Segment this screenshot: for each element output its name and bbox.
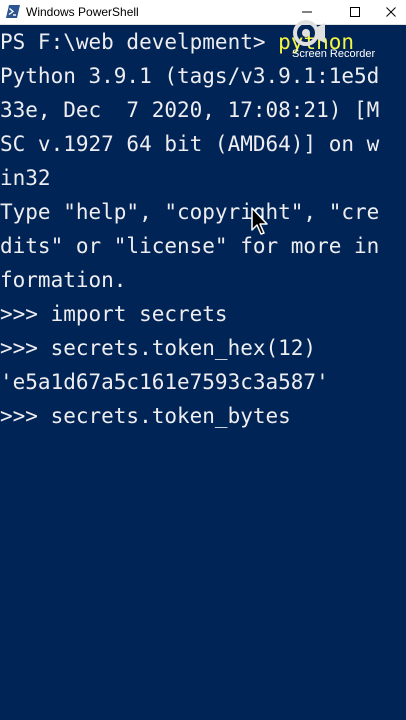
powershell-app-icon — [6, 5, 20, 18]
console-line: >>> secrets.token_hex(12) — [0, 336, 317, 360]
console-line: 33e, Dec 7 2020, 17:08:21) [M — [0, 98, 380, 122]
maximize-icon — [350, 7, 360, 17]
mouse-pointer-icon — [251, 207, 268, 235]
console-line: >>> import secrets — [0, 302, 228, 326]
console-line: Type "help", "copyright", "cre — [0, 200, 380, 224]
minimize-icon — [302, 11, 312, 13]
console-output[interactable]: PS F:\web develpment> python Python 3.9.… — [0, 26, 406, 720]
screen-recorder-watermark: Screen Recorder — [292, 18, 402, 68]
console-line: 'e5a1d67a5c161e7593c3a587' — [0, 370, 329, 394]
console-line: SC v.1927 64 bit (AMD64)] on w — [0, 132, 380, 156]
console-line: dits" or "license" for more in — [0, 234, 380, 258]
prompt-text: PS F:\web develpment> — [0, 30, 279, 54]
console-line: in32 — [0, 166, 51, 190]
powershell-window: Windows PowerShell PS F:\web develpment>… — [0, 0, 406, 720]
console-line: formation. — [0, 268, 127, 292]
close-icon — [386, 7, 396, 17]
screen-recorder-label: Screen Recorder — [292, 48, 376, 60]
screen-recorder-logo-icon — [293, 20, 325, 46]
window-title: Windows PowerShell — [26, 5, 139, 19]
console-line: >>> secrets.token_bytes — [0, 404, 291, 428]
